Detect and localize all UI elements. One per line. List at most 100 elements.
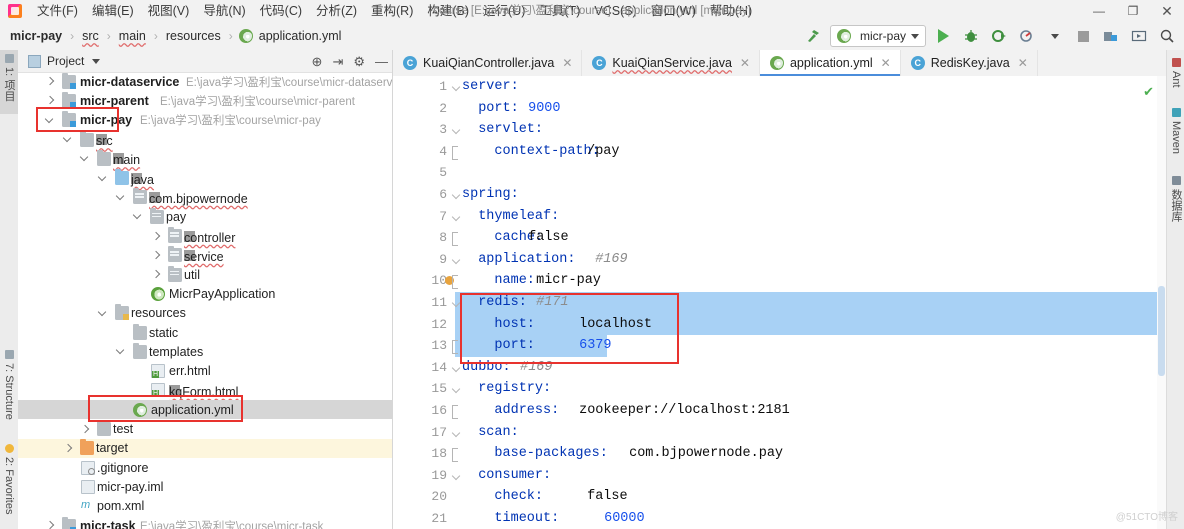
tree-item-micr-pay-iml[interactable]: micr-pay.iml <box>18 477 392 496</box>
tree-item-service[interactable]: service <box>18 246 392 265</box>
expand-arrow-icon[interactable] <box>79 153 91 164</box>
expand-arrow-icon[interactable] <box>45 95 56 106</box>
search-everywhere-button[interactable] <box>1156 25 1178 47</box>
tree-item-src[interactable]: src <box>18 130 392 149</box>
project-panel-actions[interactable]: ⊕ ⇥ ⚙ — <box>312 50 388 72</box>
menu-item-tools[interactable]: 工具(T) <box>532 0 587 22</box>
code-line[interactable]: 15 registry: <box>393 378 1166 400</box>
tree-item-pom-xml[interactable]: pom.xml <box>18 497 392 516</box>
code-line[interactable]: 21 timeout: 60000 <box>393 508 1166 529</box>
fold-arrow-icon[interactable] <box>451 212 461 222</box>
minimize-button[interactable]: — <box>1082 0 1116 22</box>
menu-item-view[interactable]: 视图(V) <box>141 0 197 22</box>
gear-icon[interactable]: ⚙ <box>353 55 365 68</box>
tree-item-micr-parent[interactable]: micr-parent E:\java学习\盈利宝\course\micr-pa… <box>18 91 392 110</box>
expand-arrow-icon[interactable] <box>132 210 144 222</box>
menu-item-build[interactable]: 构建(B) <box>420 0 476 22</box>
fold-arrow-icon[interactable] <box>451 428 461 438</box>
code-line[interactable]: 13 port: 6379 <box>393 335 1166 357</box>
expand-arrow-icon[interactable] <box>151 231 162 242</box>
main-toolbar[interactable]: micr-pay <box>802 22 1178 50</box>
code-line[interactable]: 3 servlet: <box>393 119 1166 141</box>
tool-window-project[interactable]: 1: 项目 <box>0 50 18 114</box>
preview-button[interactable] <box>1128 25 1150 47</box>
window-controls[interactable]: — ❐ ✕ <box>1082 0 1184 22</box>
fold-arrow-icon[interactable] <box>451 471 461 481</box>
fold-arrow-icon[interactable] <box>451 385 461 394</box>
inspection-status-icon[interactable]: ✔ <box>1143 84 1154 100</box>
code-line[interactable]: 10 name: micr-pay <box>393 270 1166 292</box>
expand-arrow-icon[interactable] <box>45 76 56 87</box>
project-tree[interactable]: micr-dataservice E:\java学习\盈利宝\course\mi… <box>18 72 392 529</box>
tool-window-favorites[interactable]: 2: Favorites <box>0 440 18 528</box>
code-line[interactable]: 17 scan: <box>393 422 1166 444</box>
tree-item-micr-pay[interactable]: micr-pay E:\java学习\盈利宝\course\micr-pay <box>18 111 392 130</box>
menu-item-file[interactable]: 文件(F) <box>30 0 85 22</box>
expand-arrow-icon[interactable] <box>44 114 56 126</box>
tree-item-target[interactable]: target <box>18 438 392 458</box>
tree-item-kqform-html[interactable]: kqForm.html <box>18 381 392 400</box>
tree-item-java[interactable]: java <box>18 169 392 188</box>
tree-item-templates[interactable]: templates <box>18 342 392 361</box>
expand-arrow-icon[interactable] <box>115 191 127 203</box>
breadcrumb-item-module[interactable]: micr-pay <box>8 29 64 43</box>
tree-item-application-yml[interactable]: application.yml <box>18 400 392 420</box>
menu-item-window[interactable]: 窗口(W) <box>644 0 703 22</box>
tree-item-micrpayapplication[interactable]: MicrPayApplication <box>18 284 392 303</box>
fold-arrow-icon[interactable] <box>451 363 461 373</box>
tree-item-static[interactable]: static <box>18 323 392 342</box>
collapse-all-icon[interactable]: ⇥ <box>332 55 343 68</box>
code-line[interactable]: 20 check: false <box>393 486 1166 508</box>
expand-arrow-icon[interactable] <box>151 250 162 261</box>
tab-kuaiqianservice-java[interactable]: C KuaiQianService.java ✕ <box>582 50 760 76</box>
code-line[interactable]: 2 port: 9000 <box>393 98 1166 120</box>
tree-item-com-bjpowernode[interactable]: com.bjpowernode <box>18 188 392 207</box>
tree-item-micr-dataservice[interactable]: micr-dataservice E:\java学习\盈利宝\course\mi… <box>18 72 392 91</box>
project-structure-button[interactable] <box>1100 25 1122 47</box>
code-line[interactable]: 18 base-packages: com.bjpowernode.pay <box>393 443 1166 465</box>
close-icon[interactable]: ✕ <box>881 56 891 70</box>
code-line[interactable]: 7 thymeleaf: <box>393 206 1166 228</box>
expand-arrow-icon[interactable] <box>97 172 109 184</box>
menu-item-code[interactable]: 代码(C) <box>253 0 309 22</box>
code-line[interactable]: 19 consumer: <box>393 465 1166 487</box>
close-button[interactable]: ✕ <box>1150 0 1184 22</box>
fold-arrow-icon[interactable] <box>451 255 461 265</box>
hide-panel-icon[interactable]: — <box>375 55 388 68</box>
expand-arrow-icon[interactable] <box>62 133 74 145</box>
run-with-coverage-button[interactable] <box>988 25 1010 47</box>
tree-item-gitignore[interactable]: .gitignore <box>18 458 392 477</box>
editor-vertical-scrollbar[interactable] <box>1157 76 1166 529</box>
code-editor[interactable]: 1 server: 2 port: 9000 3 servlet: 4 cont… <box>393 76 1166 529</box>
fold-region-marker[interactable] <box>452 340 458 355</box>
expand-arrow-icon[interactable] <box>151 269 162 280</box>
run-configuration-selector[interactable]: micr-pay <box>829 25 926 47</box>
tool-window-ant[interactable]: Ant <box>1167 54 1184 100</box>
code-line[interactable]: 5 <box>393 162 1166 184</box>
fold-region-marker[interactable] <box>452 145 458 160</box>
breadcrumb[interactable]: micr-pay › src › main › resources › appl… <box>8 22 343 50</box>
tool-window-structure[interactable]: 7: Structure <box>0 346 18 432</box>
menu-bar[interactable]: 文件(F) 编辑(E) 视图(V) 导航(N) 代码(C) 分析(Z) 重构(R… <box>30 0 759 22</box>
tree-item-micr-task[interactable]: micr-task E:\java学习\盈利宝\course\micr-task <box>18 516 392 529</box>
code-line[interactable]: 11 redis: #171 <box>393 292 1166 314</box>
fold-arrow-icon[interactable] <box>451 125 461 135</box>
tree-item-controller[interactable]: controller <box>18 226 392 245</box>
scroll-from-source-icon[interactable]: ⊕ <box>312 55 323 68</box>
tree-item-pay[interactable]: pay <box>18 207 392 226</box>
tree-item-err-html[interactable]: err.html <box>18 362 392 381</box>
tab-application-yml[interactable]: application.yml ✕ <box>759 50 901 76</box>
fold-region-marker[interactable] <box>452 405 458 419</box>
fold-region-marker[interactable] <box>452 232 458 247</box>
fold-region-marker[interactable] <box>452 448 458 463</box>
profile-dropdown-arrow[interactable] <box>1044 25 1066 47</box>
maximize-button[interactable]: ❐ <box>1116 0 1150 22</box>
tool-window-maven[interactable]: Maven <box>1167 104 1184 168</box>
menu-item-help[interactable]: 帮助(H) <box>703 0 759 22</box>
breadcrumb-item-file[interactable]: application.yml <box>257 29 344 43</box>
fold-arrow-icon[interactable] <box>451 190 461 200</box>
close-icon[interactable]: ✕ <box>562 56 572 70</box>
tab-rediskey-java[interactable]: C RedisKey.java ✕ <box>901 50 1038 76</box>
tool-window-database[interactable]: 数据库 <box>1167 172 1184 230</box>
chevron-down-icon[interactable] <box>911 33 919 39</box>
